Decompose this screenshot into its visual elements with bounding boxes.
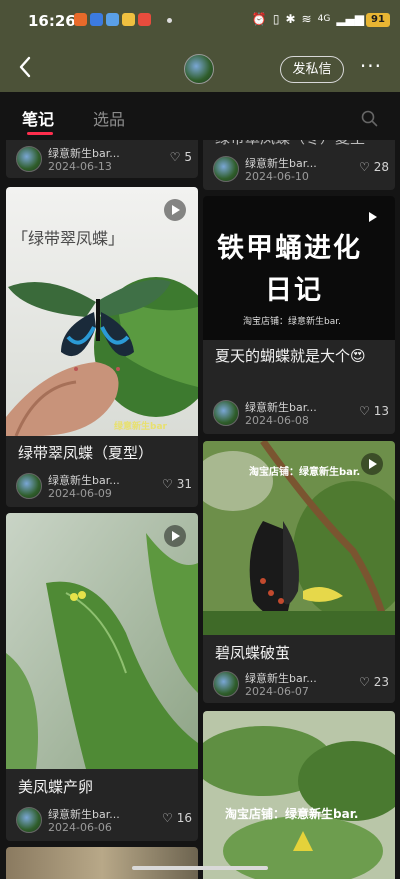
note-cover-image: 铁甲蛹进化 日记 淘宝店铺：绿意新生bar.: [203, 196, 395, 340]
notification-icons: [74, 13, 151, 26]
video-play-icon: [361, 453, 383, 475]
author-avatar: [213, 156, 239, 182]
note-meta: 绿意新生bar... 2024-06-08 ♡ 13: [213, 400, 389, 428]
note-card[interactable]: 绿意新生bar... 2024-06-13 ♡ 5: [6, 140, 198, 178]
heart-icon: ♡: [358, 160, 370, 174]
taobao-app-icon: [74, 13, 87, 26]
like-count[interactable]: ♡ 23: [359, 675, 389, 689]
note-title: 绿带翠凤蝶（冬）夏至: [215, 140, 365, 149]
note-title: 美凤蝶产卵: [18, 778, 94, 796]
note-cover-image: 淘宝店铺：绿意新生bar.: [203, 711, 395, 879]
leaves-photo: [203, 711, 395, 879]
author-name: 绿意新生bar...: [48, 474, 120, 487]
cover-caption: 「绿带翠凤蝶」: [12, 229, 125, 248]
note-meta: 绿意新生bar... 2024-06-13 ♡ 5: [16, 146, 192, 174]
system-icons: ⏰ ▯ ✱ ≋ 4G ▂▄▆: [252, 12, 364, 26]
alarm-icon: ⏰: [251, 12, 267, 26]
post-date: 2024-06-10: [245, 170, 309, 183]
note-meta: 绿意新生bar... 2024-06-07 ♡ 23: [213, 671, 389, 699]
active-tab-indicator: [27, 132, 53, 135]
author-name: 绿意新生bar...: [48, 147, 120, 160]
back-arrow-icon[interactable]: [16, 54, 36, 80]
author-name: 绿意新生bar...: [245, 157, 317, 170]
tab-products[interactable]: 选品: [93, 106, 125, 130]
note-card[interactable]: [6, 847, 198, 879]
status-bar: 16:26 ⏰ ▯ ✱ ≋ 4G ▂▄▆ 91: [0, 0, 400, 42]
note-card[interactable]: 淘宝店铺：绿意新生bar. 碧凤蝶破茧 绿意新生bar... 2024-06-0…: [203, 441, 395, 703]
send-message-button[interactable]: 发私信: [280, 56, 344, 83]
like-count[interactable]: ♡ 31: [162, 477, 192, 491]
note-cover-image: 淘宝店铺：绿意新生bar.: [203, 441, 395, 636]
author-avatar: [16, 473, 42, 499]
author-name: 绿意新生bar...: [245, 401, 317, 414]
author-avatar: [213, 671, 239, 697]
app-icon: [122, 13, 135, 26]
wifi-icon: ≋: [301, 12, 312, 26]
like-count[interactable]: ♡ 5: [170, 150, 192, 164]
video-play-icon: [164, 525, 186, 547]
note-title: 绿带翠凤蝶（夏型）: [18, 444, 154, 462]
weibo-app-icon: [138, 13, 151, 26]
app-icon: [90, 13, 103, 26]
heart-icon: ♡: [161, 477, 173, 491]
note-title: 夏天的蝴蝶就是大个😍: [215, 347, 366, 365]
profile-avatar[interactable]: [184, 54, 214, 84]
signal-icon: ▂▄▆: [336, 12, 364, 26]
video-play-icon: [164, 199, 186, 221]
heart-icon: ♡: [358, 404, 370, 418]
signal-label: 4G: [317, 14, 331, 24]
author-avatar: [16, 807, 42, 833]
post-date: 2024-06-08: [245, 414, 309, 427]
cover-watermark: 淘宝店铺：绿意新生bar.: [249, 467, 361, 478]
search-icon[interactable]: [361, 110, 378, 127]
like-count[interactable]: ♡ 13: [359, 404, 389, 418]
like-count[interactable]: ♡ 16: [162, 811, 192, 825]
video-play-icon: [369, 212, 377, 222]
note-meta: 绿意新生bar... 2024-06-06 ♡ 16: [16, 807, 192, 835]
author-name: 绿意新生bar...: [245, 672, 317, 685]
author-avatar: [213, 400, 239, 426]
cover-watermark: 淘宝店铺：绿意新生bar.: [225, 807, 359, 821]
post-date: 2024-06-07: [245, 685, 309, 698]
tab-notes[interactable]: 笔记: [22, 106, 54, 130]
cover-watermark: 绿意新生bar: [114, 422, 167, 432]
note-meta: 绿意新生bar... 2024-06-09 ♡ 31: [16, 473, 192, 501]
tab-bar: 笔记 选品: [0, 92, 400, 140]
note-card[interactable]: 淘宝店铺：绿意新生bar.: [203, 711, 395, 879]
cover-headline: 铁甲蛹进化: [217, 233, 362, 264]
vibrate-icon: ▯: [272, 12, 280, 26]
cover-subtext: 淘宝店铺：绿意新生bar.: [243, 317, 341, 327]
author-name: 绿意新生bar...: [48, 808, 120, 821]
post-date: 2024-06-09: [48, 487, 112, 500]
leaf-photo: [6, 513, 198, 769]
note-meta: 绿意新生bar... 2024-06-10 ♡ 28: [213, 156, 389, 184]
more-notifications-dot: [167, 18, 172, 23]
more-options-icon[interactable]: ···: [360, 56, 382, 76]
note-card[interactable]: 美凤蝶产卵 绿意新生bar... 2024-06-06 ♡ 16: [6, 513, 198, 841]
heart-icon: ♡: [161, 811, 173, 825]
post-date: 2024-06-06: [48, 821, 112, 834]
author-avatar: [16, 146, 42, 172]
note-card[interactable]: 「绿带翠凤蝶」 绿意新生bar 绿带翠凤蝶（夏型） 绿意新生bar... 202…: [6, 187, 198, 507]
heart-icon: ♡: [169, 150, 181, 164]
note-card[interactable]: 绿带翠凤蝶（冬）夏至 绿意新生bar... 2024-06-10 ♡28: [203, 140, 395, 190]
header-bar: 16:26 ⏰ ▯ ✱ ≋ 4G ▂▄▆ 91 发私信 ···: [0, 0, 400, 92]
note-cover-image: [6, 513, 198, 769]
battery-indicator: 91: [366, 13, 390, 27]
note-cover-image: [6, 847, 198, 879]
note-card[interactable]: 铁甲蛹进化 日记 淘宝店铺：绿意新生bar. 夏天的蝴蝶就是大个😍 绿意新生ba…: [203, 196, 395, 434]
app-icon: [106, 13, 119, 26]
bluetooth-icon: ✱: [285, 12, 296, 26]
note-cover-image: 「绿带翠凤蝶」 绿意新生bar: [6, 187, 198, 437]
note-title: 碧凤蝶破茧: [215, 644, 291, 662]
status-time: 16:26: [28, 12, 76, 30]
home-indicator: [132, 866, 268, 870]
like-count[interactable]: ♡ 28: [359, 160, 389, 174]
cover-headline-2: 日记: [265, 275, 323, 306]
heart-icon: ♡: [358, 675, 370, 689]
notes-feed: 绿意新生bar... 2024-06-13 ♡ 5 「绿带翠凤蝶」 绿意新生ba…: [0, 140, 400, 879]
post-date: 2024-06-13: [48, 160, 112, 173]
